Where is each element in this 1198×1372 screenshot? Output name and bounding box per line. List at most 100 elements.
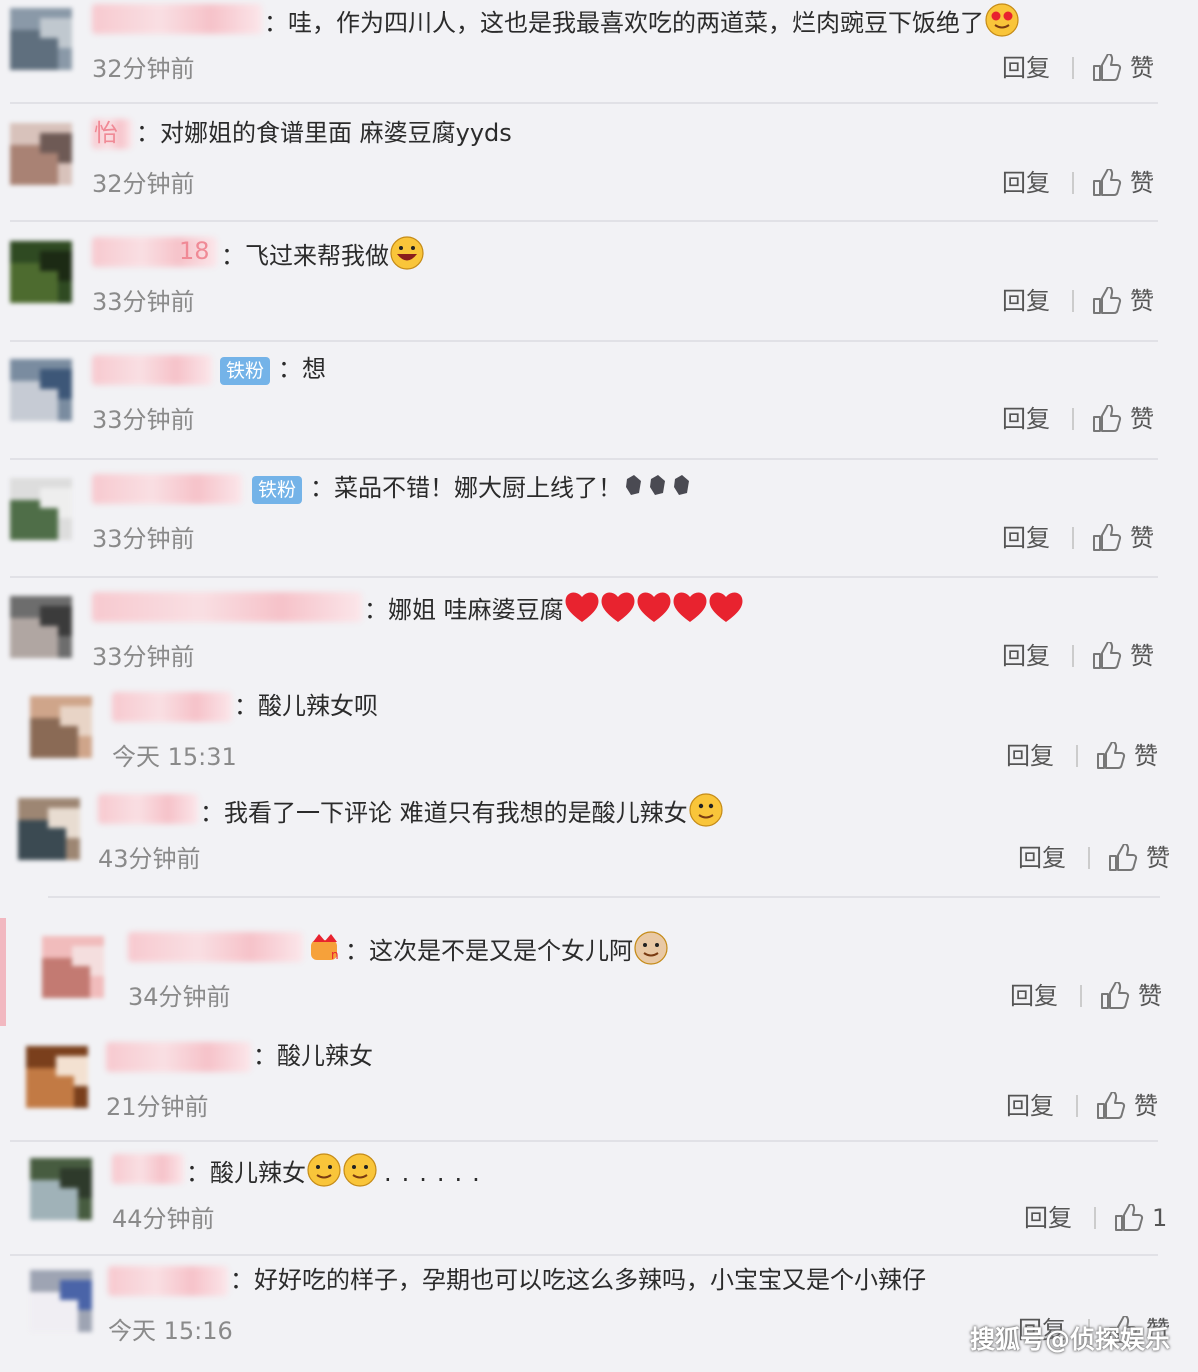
like-label[interactable]: 赞 xyxy=(1130,52,1154,84)
comment-text: ：飞过来帮我做 xyxy=(221,242,389,270)
comment-item: ：哇，作为四川人，这也是我最喜欢吃的两道菜，烂肉豌豆下饭绝了 32分钟前 回复 赞 xyxy=(0,0,1198,110)
like-label[interactable]: 赞 xyxy=(1134,1090,1158,1122)
like-label[interactable]: 赞 xyxy=(1138,980,1162,1012)
like-label[interactable]: 1 xyxy=(1152,1202,1167,1234)
like-button[interactable] xyxy=(1092,404,1122,437)
reply-button[interactable]: 回复 xyxy=(1010,980,1058,1012)
like-button[interactable] xyxy=(1092,286,1122,319)
thinking-emoji xyxy=(688,792,724,836)
thumbs-up-icon xyxy=(1092,404,1122,437)
reply-button[interactable]: 回复 xyxy=(1024,1202,1072,1234)
avatar[interactable] xyxy=(26,1046,88,1108)
comment-item: 铁粉 ：菜品不错！娜大厨上线了！ 33分钟前 回复 赞 xyxy=(0,470,1198,580)
like-button[interactable] xyxy=(1100,981,1130,1014)
username-blurred[interactable] xyxy=(92,474,242,504)
reply-button[interactable]: 回复 xyxy=(1002,285,1050,317)
thumbs-up-icon xyxy=(1114,1203,1144,1236)
username-blurred[interactable] xyxy=(98,794,198,824)
like-label[interactable]: 赞 xyxy=(1130,640,1154,672)
reply-button[interactable]: 回复 xyxy=(1002,52,1050,84)
comment-text-row: ：菜品不错！娜大厨上线了！ xyxy=(310,472,694,505)
avatar[interactable] xyxy=(10,596,72,658)
reply-button[interactable]: 回复 xyxy=(1006,740,1054,772)
username-blurred[interactable] xyxy=(128,932,303,962)
like-button[interactable] xyxy=(1114,1203,1144,1236)
action-separator xyxy=(1072,57,1074,79)
action-separator xyxy=(1076,1095,1078,1117)
avatar[interactable] xyxy=(30,1270,92,1332)
comment-divider xyxy=(10,576,1158,578)
comment-text-row: ：这次是不是又是个女儿阿 xyxy=(345,930,669,974)
comment-timestamp: 32分钟前 xyxy=(92,55,195,83)
comment-actions: 回复 赞 xyxy=(1002,522,1172,554)
username-fragment[interactable]: 怡 xyxy=(94,117,118,149)
reply-button[interactable]: 回复 xyxy=(1006,1090,1054,1122)
thumbs-up-icon xyxy=(1096,1091,1126,1124)
comment-divider xyxy=(10,1254,1158,1256)
laughing-emoji xyxy=(389,235,425,279)
username-blurred[interactable] xyxy=(92,4,262,34)
like-label[interactable]: 赞 xyxy=(1130,285,1154,317)
thumbs-up-icon xyxy=(1100,981,1130,1014)
reply-button[interactable]: 回复 xyxy=(1002,640,1050,672)
comment-divider xyxy=(10,102,1158,104)
comment-timestamp: 今天 15:16 xyxy=(108,1317,233,1345)
clapping-hands-emoji xyxy=(622,473,694,505)
like-button[interactable] xyxy=(1092,53,1122,86)
username-blurred[interactable] xyxy=(108,1266,228,1296)
comment-timestamp: 21分钟前 xyxy=(106,1093,209,1121)
like-button[interactable] xyxy=(1092,641,1122,674)
reply-button[interactable]: 回复 xyxy=(1002,522,1050,554)
comment-actions: 回复 赞 xyxy=(1002,403,1172,435)
like-label[interactable]: 赞 xyxy=(1146,842,1170,874)
avatar[interactable] xyxy=(30,696,92,758)
avatar[interactable] xyxy=(10,241,72,303)
comment-actions: 回复 赞 xyxy=(1002,640,1172,672)
comment-trailing-dots: ...... xyxy=(384,1159,490,1187)
username-blurred[interactable] xyxy=(106,1042,251,1072)
username-fragment[interactable]: 18 xyxy=(179,235,210,267)
comment-text-row: ：飞过来帮我做 xyxy=(221,235,425,279)
like-button[interactable] xyxy=(1092,523,1122,556)
avatar[interactable] xyxy=(10,359,72,421)
comment-divider xyxy=(48,896,1160,898)
avatar[interactable] xyxy=(42,936,104,998)
comment-feed: ：哇，作为四川人，这也是我最喜欢吃的两道菜，烂肉豌豆下饭绝了 32分钟前 回复赞怡：… xyxy=(0,0,1198,1366)
comment-text-row: ：好好吃的样子，孕期也可以吃这么多辣吗，小宝宝又是个小辣仔 xyxy=(230,1264,926,1296)
username-blurred[interactable] xyxy=(92,355,212,385)
comment-timestamp: 今天 15:31 xyxy=(112,743,237,771)
thumbs-up-icon xyxy=(1092,53,1122,86)
action-separator xyxy=(1072,172,1074,194)
iron-fan-badge: 铁粉 xyxy=(220,357,271,385)
action-separator xyxy=(1072,645,1074,667)
reply-button[interactable]: 回复 xyxy=(1002,167,1050,199)
avatar[interactable] xyxy=(10,123,72,185)
like-label[interactable]: 赞 xyxy=(1130,522,1154,554)
like-button[interactable] xyxy=(1092,168,1122,201)
avatar[interactable] xyxy=(18,798,80,860)
reply-button[interactable]: 回复 xyxy=(1002,403,1050,435)
username-blurred[interactable] xyxy=(112,1154,184,1184)
like-label[interactable]: 赞 xyxy=(1130,167,1154,199)
like-label[interactable]: 赞 xyxy=(1130,403,1154,435)
like-label[interactable]: 赞 xyxy=(1134,740,1158,772)
like-button[interactable] xyxy=(1108,843,1138,876)
avatar[interactable] xyxy=(10,478,72,540)
comment-text-row: ：娜姐 哇麻婆豆腐 xyxy=(364,590,744,632)
username-blurred[interactable] xyxy=(92,592,362,622)
comment-text: ：酸儿辣女 xyxy=(253,1042,373,1070)
reply-button[interactable]: 回复 xyxy=(1018,842,1066,874)
comment-item: ：酸儿辣女呗今天 15:31 回复 赞 xyxy=(0,688,1198,798)
comment-item: 怡 ：对娜姐的食谱里面 麻婆豆腐yyds 32分钟前 回复 赞 xyxy=(0,115,1198,225)
like-button[interactable] xyxy=(1096,1091,1126,1124)
like-button[interactable] xyxy=(1096,741,1126,774)
comment-timestamp: 34分钟前 xyxy=(128,983,231,1011)
username-blurred[interactable] xyxy=(112,692,232,722)
comment-actions: 回复 赞 xyxy=(1002,167,1172,199)
comment-text: ：酸儿辣女呗 xyxy=(234,692,378,720)
avatar[interactable] xyxy=(10,8,72,70)
action-separator xyxy=(1080,985,1082,1007)
thumbs-up-icon xyxy=(1096,741,1126,774)
avatar[interactable] xyxy=(30,1158,92,1220)
action-separator xyxy=(1088,847,1090,869)
